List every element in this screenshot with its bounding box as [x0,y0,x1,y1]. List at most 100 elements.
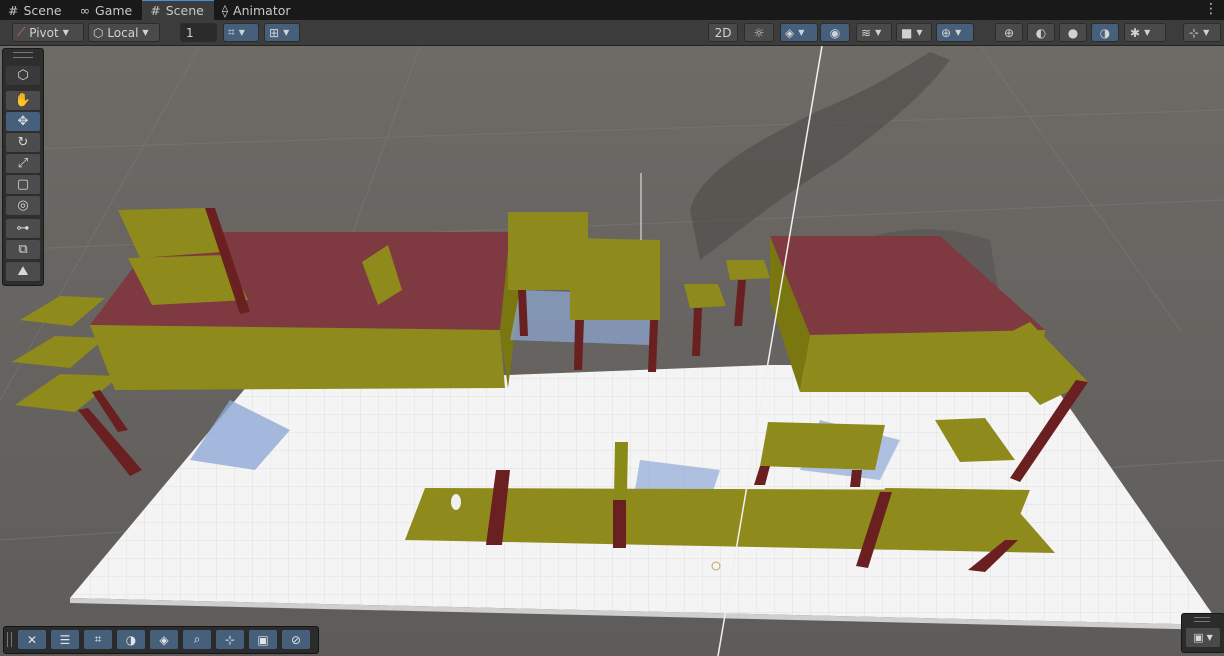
light-off-icon: ☼ [753,25,765,40]
grid-size-input[interactable]: 1 [180,23,217,42]
orientation-button[interactable]: ⊹ [216,630,244,649]
tab-scene-1[interactable]: # Scene [0,1,72,20]
local-label: Local [107,25,139,40]
shaded-sphere-icon: ◑ [1099,25,1111,40]
tab-label: Scene [23,3,62,18]
box-icon: ⧉ [18,242,28,257]
lighting-toggle[interactable]: ☼ [744,23,774,42]
chevron-down-icon: ▼ [1203,28,1210,37]
snap-icon: ⊞ [269,25,280,40]
scene-viewport[interactable] [0,46,1224,656]
scene-visibility-toggle[interactable]: ◈ ▼ [780,23,818,42]
more-menu-icon[interactable]: ⋮ [1204,1,1218,17]
debug-dropdown[interactable]: ✱ ▼ [1124,23,1166,42]
navigation-button[interactable]: ⊘ [282,630,310,649]
rect-tool-button[interactable]: ▢ [6,175,40,194]
camera-overlay-dropdown[interactable]: ▣ ▼ [1186,628,1220,647]
hand-tool-button[interactable]: ✋ [6,91,40,110]
move-icon: ✥ [17,114,29,129]
tab-animator[interactable]: ⟠ Animator [214,1,301,20]
2d-toggle[interactable]: 2D [708,23,738,42]
scene-toolbar: ⟋ Pivot ▼ ⬡ Local ▼ 1 ⌗ ▼ ⊞ ▼ 2D ☼ ◈ ▼ ◉ ≋ ▼ ■… [0,20,1224,46]
view-tool-button[interactable]: ⧉ [6,240,40,259]
grid-snap-icon: ⌗ [228,25,235,39]
chevron-down-icon: ▼ [875,28,882,37]
cameras-button[interactable]: ▣ [249,630,277,649]
pivot-dropdown[interactable]: ⟋ Pivot ▼ [12,23,84,42]
tab-label: Animator [233,3,291,18]
pivot-icon: ⟋ [17,25,26,39]
rotate-icon: ↻ [17,135,29,150]
view-cube-icon[interactable]: ⬡ [6,66,40,85]
chevron-down-icon: ▼ [283,28,290,37]
camera-icon: ■ [901,25,913,40]
move-tool-button[interactable]: ✥ [6,112,40,131]
transform-icon: ◎ [17,198,29,213]
gizmo-icon: ⊕ [941,25,952,40]
chevron-down-icon: ▼ [798,28,805,37]
layers-icon: ◈ [159,632,169,647]
gizmos-dropdown[interactable]: ⊕ ▼ [936,23,974,42]
tab-bar: # Scene ∞ Game # Scene ⟠ Animator ⋮ [0,0,1224,20]
grid-icon: # [150,3,161,18]
visibility-toggle[interactable]: ◉ [820,23,850,42]
draw-mode-button[interactable]: ◑ [117,630,145,649]
grid-snap-toggle[interactable]: ⌗ ▼ [223,23,259,42]
layers-icon: ◈ [785,25,795,40]
pivot-tool-icon: ⊶ [16,221,30,236]
tab-scene-2[interactable]: # Scene [142,0,214,20]
increment-snap-toggle[interactable]: ⊞ ▼ [264,23,300,42]
tab-game[interactable]: ∞ Game [72,1,143,20]
local-dropdown[interactable]: ⬡ Local ▼ [88,23,160,42]
wireframe-mode-button[interactable]: ⊕ [995,23,1023,42]
left-platform-side [90,325,505,390]
pivot-label: Pivot [29,25,59,40]
unlit-mode-button[interactable]: ● [1059,23,1087,42]
grid-snapping-button[interactable]: ⌗ [84,630,112,649]
camera-icon: ▣ [1193,631,1204,644]
rect-icon: ▢ [16,177,30,192]
axis-icon: ⊹ [1189,25,1200,40]
tool-settings-button[interactable]: ☰ [51,630,79,649]
axis-icon: ⊹ [224,632,236,647]
drag-handle[interactable] [1194,617,1210,622]
tools-overlay: ⬡ ✋ ✥ ↻ ⤢ ▢ ◎ ⊶ ⧉ ⛰ [2,48,44,286]
chevron-down-icon: ▼ [1144,28,1151,37]
rotate-tool-button[interactable]: ↻ [6,133,40,152]
animator-icon: ⟠ [221,3,229,18]
scene-visibility-button[interactable]: ◈ [150,630,178,649]
fx-dropdown[interactable]: ≋ ▼ [856,23,892,42]
stack-icon: ≋ [861,25,872,40]
sliders-icon: ☰ [59,632,71,647]
gamepad-icon: ∞ [79,3,91,18]
drag-handle[interactable] [13,52,33,58]
scale-icon: ⤢ [17,156,29,171]
shaded-wireframe-button[interactable]: ◐ [1027,23,1055,42]
orientation-dropdown[interactable]: ⊹ ▼ [1183,23,1221,42]
wireframe-sphere-icon: ⊕ [1003,25,1015,40]
chevron-down-icon: ▼ [238,28,245,37]
shaded-mode-button[interactable]: ◑ [1091,23,1119,42]
search-button[interactable]: ⌕ [183,630,211,649]
bug-icon: ✱ [1130,25,1141,40]
tools-icon: ✕ [26,632,38,647]
scale-tool-button[interactable]: ⤢ [6,154,40,173]
camera-dropdown[interactable]: ■ ▼ [896,23,932,42]
tab-label: Scene [165,3,204,18]
compass-icon: ⊘ [290,632,302,647]
scene-render [0,46,1224,656]
hand-icon: ✋ [14,93,32,108]
2d-icon: 2D [714,25,732,40]
tools-toggle-button[interactable]: ✕ [18,630,46,649]
cube-icon: ⬡ [93,25,104,40]
camera-tool-button[interactable]: ⛰ [6,262,40,281]
drag-handle[interactable] [7,632,12,647]
chevron-down-icon: ▼ [1206,633,1213,642]
chevron-down-icon: ▼ [62,28,69,37]
search-icon: ⌕ [193,632,201,646]
camera-icon: ▣ [257,632,269,647]
half-sphere-icon: ◐ [1035,25,1047,40]
custom-tool-button[interactable]: ⊶ [6,219,40,238]
transform-tool-button[interactable]: ◎ [6,196,40,215]
chevron-down-icon: ▼ [916,28,923,37]
